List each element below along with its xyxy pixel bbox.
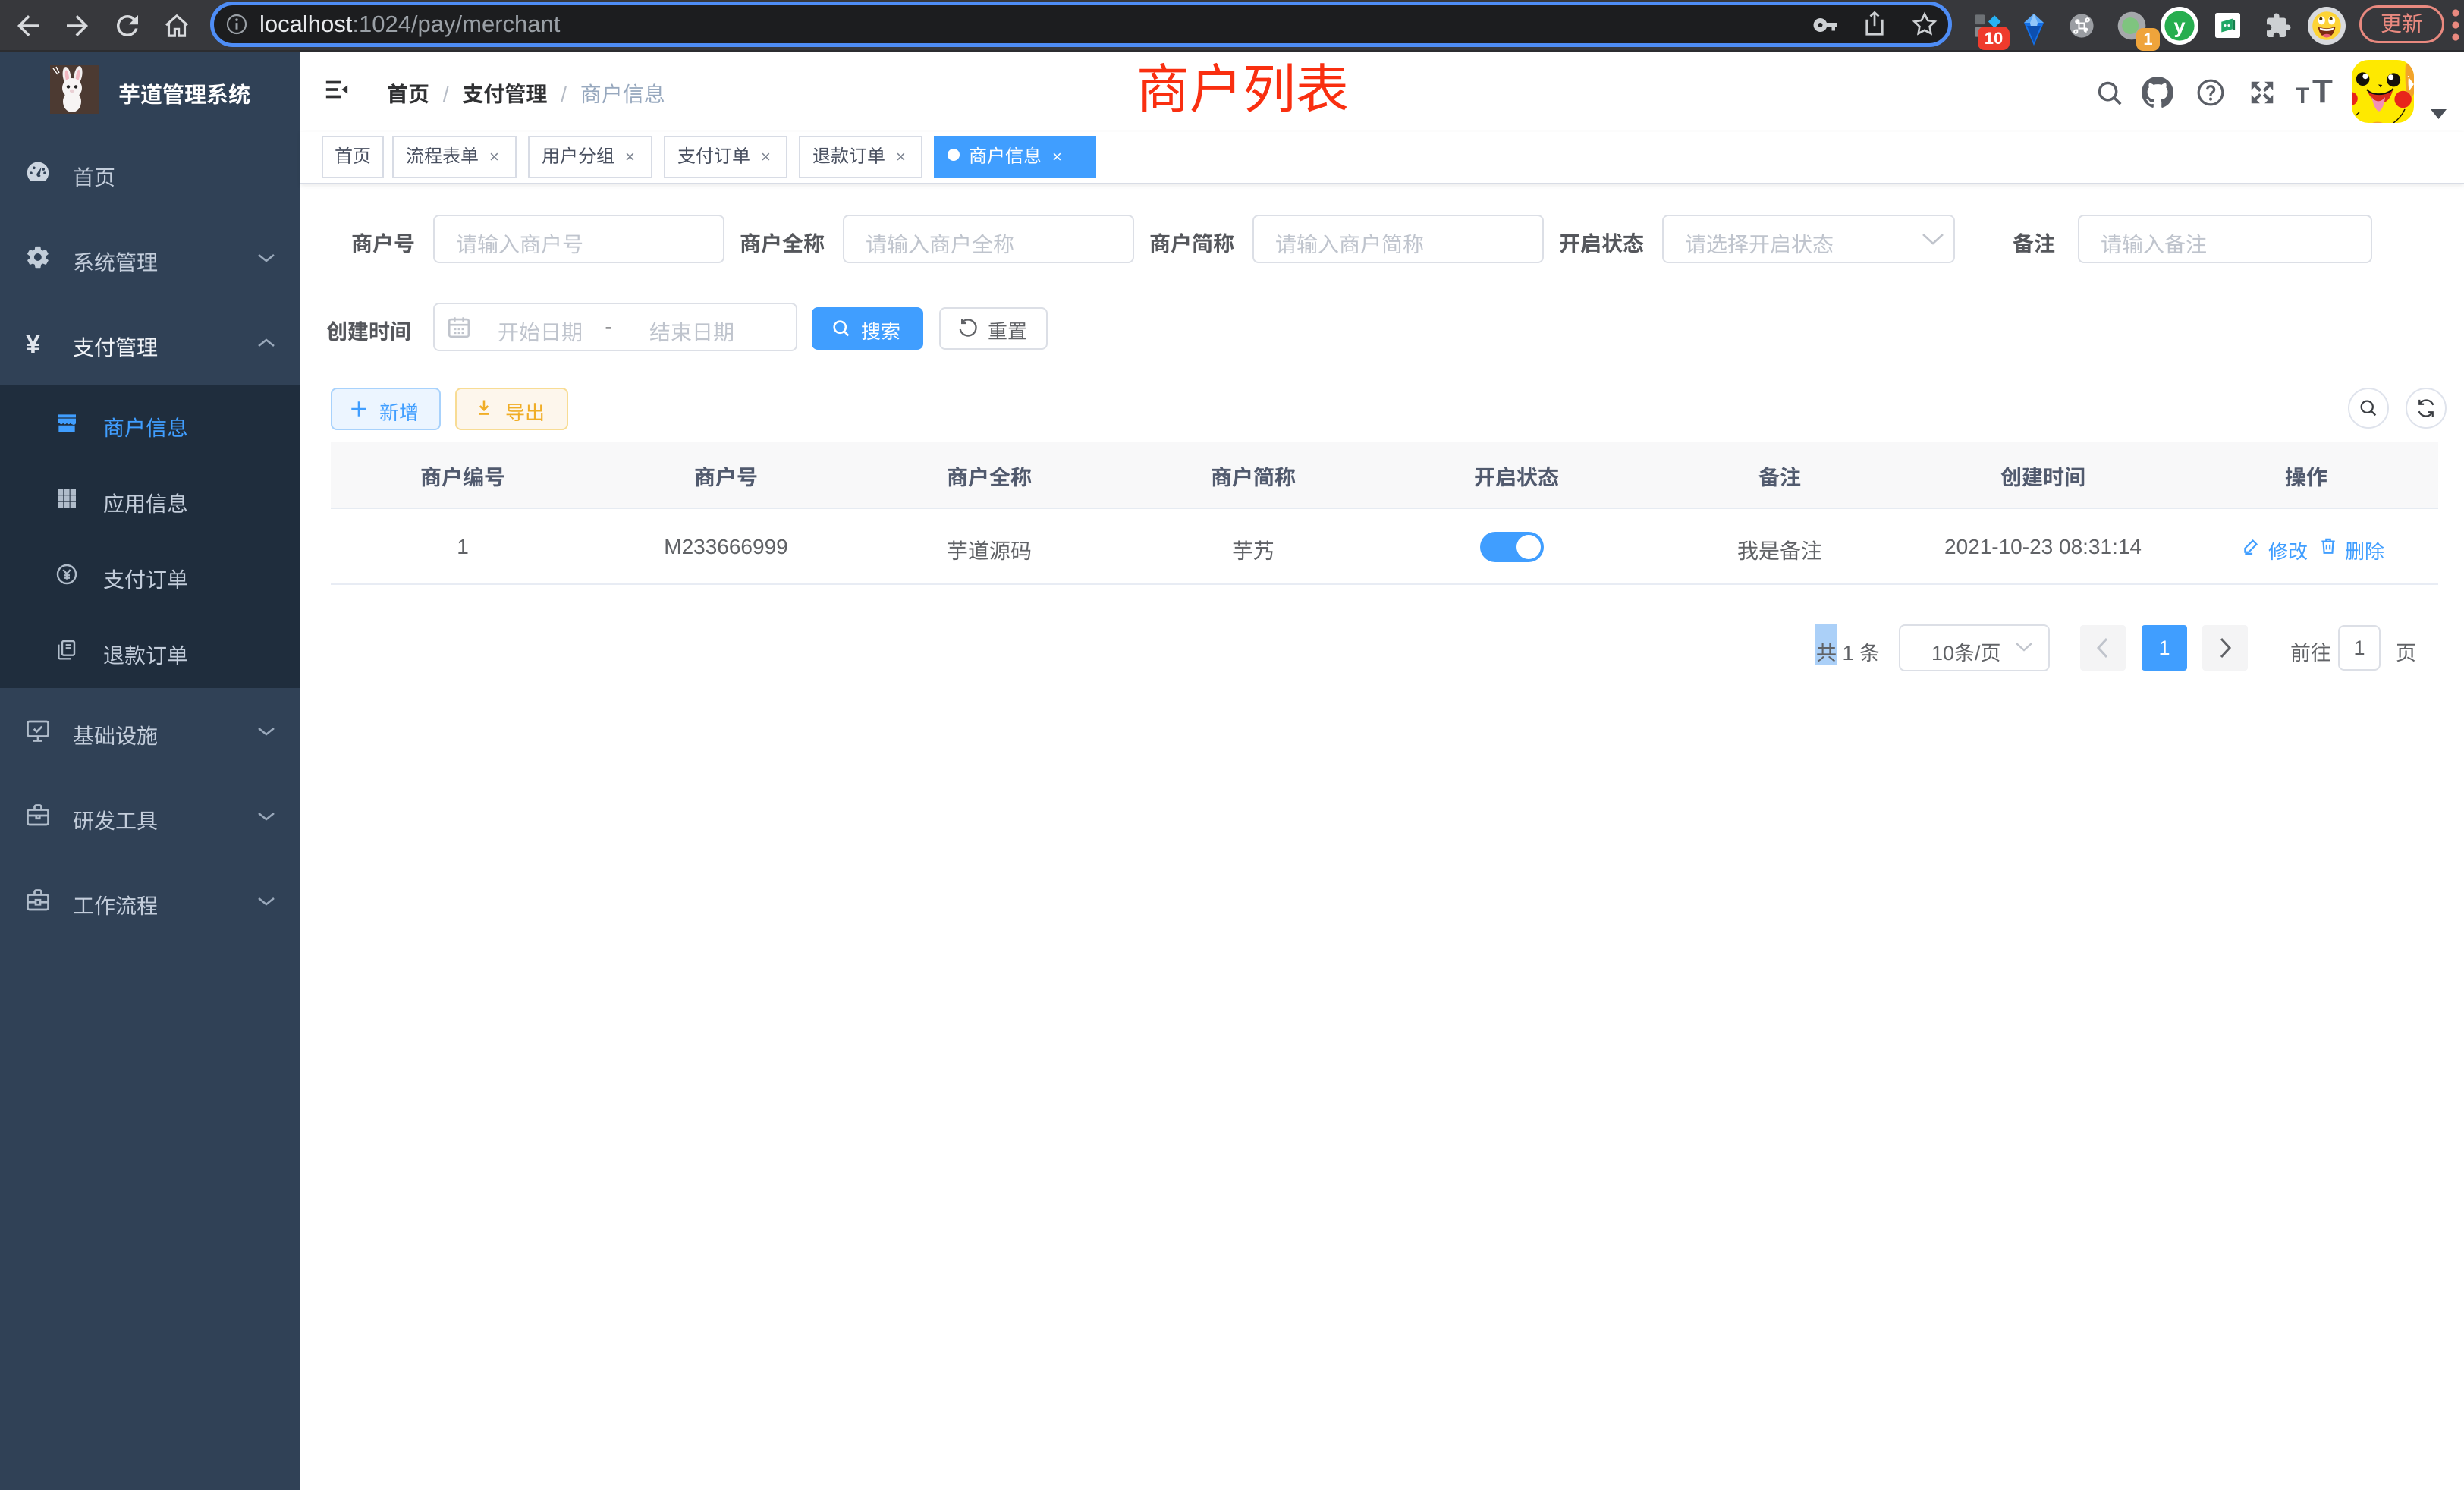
svg-text:y: y <box>2173 14 2185 38</box>
